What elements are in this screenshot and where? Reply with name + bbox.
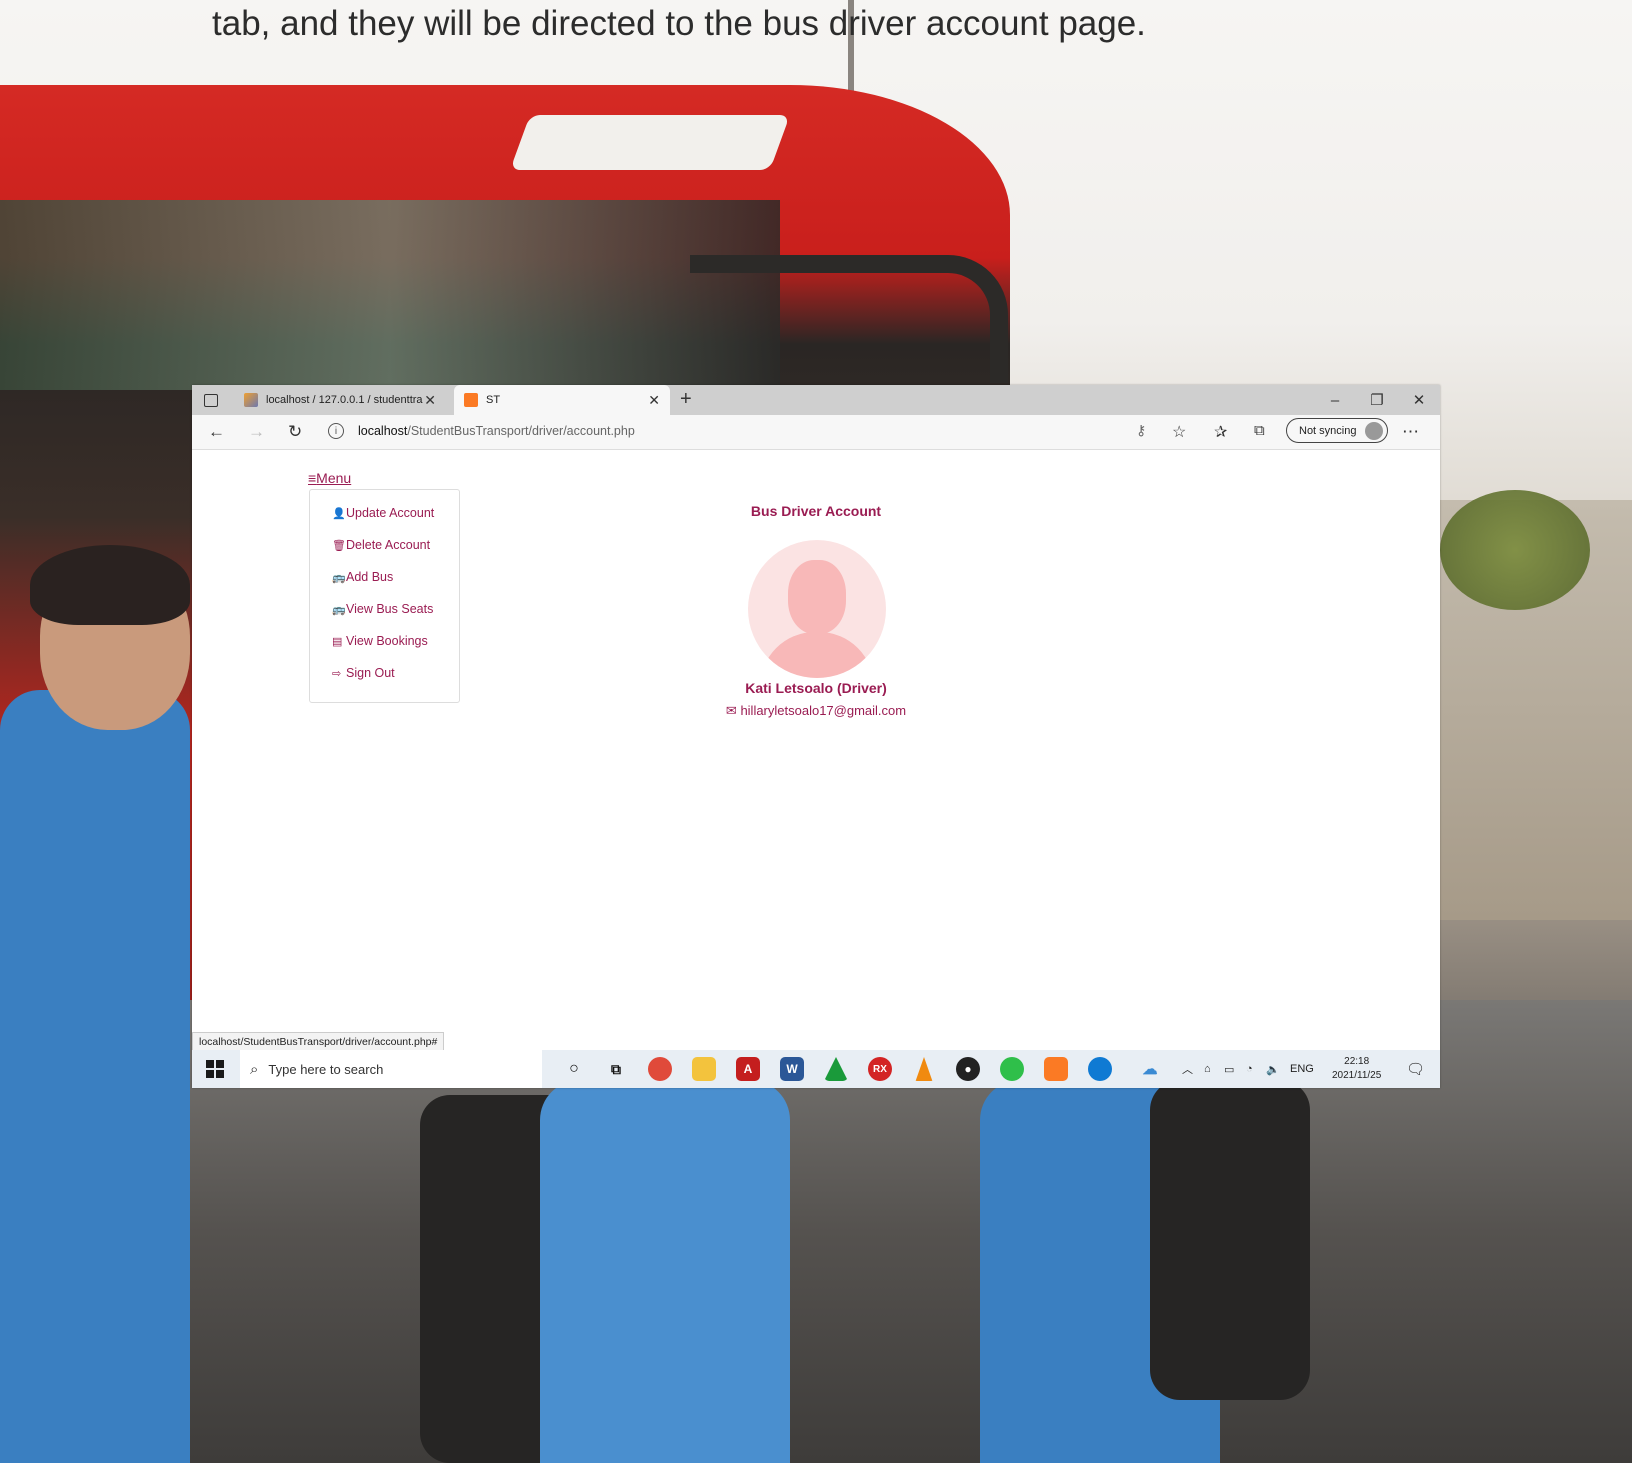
minimize-icon[interactable]: –	[1314, 385, 1356, 415]
table-icon: ▤	[332, 636, 343, 648]
close-window-icon[interactable]: ✕	[1398, 385, 1440, 415]
add-favorite-icon[interactable]: ☆	[1172, 422, 1186, 442]
avatar-head	[788, 560, 846, 634]
triangle-app-icon[interactable]	[824, 1057, 848, 1081]
menu-item-label: View Bookings	[346, 634, 428, 648]
menu-item-view-bookings[interactable]: ▤ View Bookings	[332, 634, 428, 648]
tab-actions-icon[interactable]	[204, 394, 218, 407]
menu-item-label: Sign Out	[346, 666, 395, 680]
volume-icon[interactable]: 🔈	[1266, 1050, 1280, 1088]
address-path: /StudentBusTransport/driver/account.php	[407, 424, 635, 438]
back-icon[interactable]: ←	[208, 422, 225, 442]
tab-label: ST	[486, 394, 501, 406]
envelope-icon: ✉	[725, 703, 737, 718]
menu-item-label: Add Bus	[346, 570, 394, 584]
tree	[1440, 490, 1590, 610]
menu-item-sign-out[interactable]: ⇨ Sign Out	[332, 666, 395, 680]
driver-email-row: ✉ hillaryletsoalo17@gmail.com	[192, 703, 1440, 719]
menu-item-delete-account[interactable]: 🗑Delete Account	[332, 538, 430, 552]
driver-email: hillaryletsoalo17@gmail.com	[740, 703, 907, 718]
phpmyadmin-icon	[244, 393, 258, 407]
windows-taskbar: ⌕ Type here to search ○ ⧉ A W RX ● ☁ ︿ ⌂…	[192, 1050, 1440, 1088]
windows-start-icon[interactable]	[206, 1060, 224, 1078]
key-icon[interactable]: ⚷	[1136, 422, 1146, 439]
forward-icon[interactable]: →	[248, 422, 265, 442]
whatsapp-icon[interactable]	[1000, 1057, 1024, 1081]
acrobat-icon[interactable]: A	[736, 1057, 760, 1081]
taskbar-search[interactable]: ⌕ Type here to search	[240, 1050, 542, 1088]
site-info-icon[interactable]: i	[328, 423, 344, 439]
address-bar[interactable]: i localhost/StudentBusTransport/driver/a…	[328, 418, 1248, 444]
bus-icon: 🚌	[332, 572, 346, 584]
menu-item-label: Delete Account	[346, 538, 431, 552]
chrome-icon[interactable]	[648, 1057, 672, 1081]
language-indicator[interactable]: ENG	[1290, 1050, 1314, 1088]
document-caption: tab, and they will be directed to the bu…	[212, 4, 1146, 43]
favorites-icon[interactable]: ✰	[1214, 422, 1227, 442]
browser-toolbar: ← → ↻ i localhost/StudentBusTransport/dr…	[192, 415, 1440, 450]
person-left	[0, 690, 190, 1463]
tab-phpmyadmin[interactable]: localhost / 127.0.0.1 / studenttra ✕	[234, 385, 446, 415]
trash-icon: 🗑	[332, 540, 346, 552]
refresh-icon[interactable]: ↻	[288, 422, 302, 442]
search-placeholder: Type here to search	[268, 1061, 384, 1077]
xampp-icon	[464, 393, 478, 407]
tab-strip: localhost / 127.0.0.1 / studenttra ✕ ST …	[192, 385, 1440, 415]
cortana-icon[interactable]: ○	[562, 1057, 586, 1081]
avatar	[748, 540, 886, 678]
new-tab-icon[interactable]: +	[680, 388, 692, 411]
clock-date: 2021/11/25	[1332, 1070, 1382, 1081]
bus-mirror	[690, 255, 1008, 383]
driver-name: Kati Letsoalo (Driver)	[745, 680, 887, 696]
taskbar-clock[interactable]: 22:18 2021/11/25	[1332, 1055, 1381, 1083]
wifi-icon[interactable]: ◔	[1246, 1050, 1253, 1088]
vlc-icon[interactable]	[915, 1057, 933, 1081]
close-tab-icon[interactable]: ✕	[424, 392, 436, 409]
profile-avatar	[1365, 421, 1383, 440]
word-icon[interactable]: W	[780, 1057, 804, 1081]
close-tab-icon[interactable]: ✕	[648, 392, 660, 409]
sync-label: Not syncing	[1299, 424, 1357, 437]
edge-icon[interactable]	[1088, 1057, 1112, 1081]
tab-st[interactable]: ST ✕	[454, 385, 670, 415]
search-icon: ⌕	[250, 1060, 259, 1078]
hamburger-icon: ≡	[308, 470, 317, 486]
meet-now-icon[interactable]: ⌂	[1204, 1050, 1211, 1088]
notifications-icon[interactable]: 🗨	[1406, 1050, 1425, 1088]
bus-icon: 🚌	[332, 604, 346, 616]
browser-window: localhost / 127.0.0.1 / studenttra ✕ ST …	[192, 385, 1440, 1088]
menu-dropdown: 👤Update Account 🗑Delete Account 🚌Add Bus…	[309, 489, 460, 703]
web-page: ≡Menu 👤Update Account 🗑Delete Account 🚌A…	[192, 450, 1440, 1040]
address-host: localhost	[358, 424, 408, 438]
show-hidden-icons[interactable]: ︿	[1182, 1050, 1193, 1088]
status-bar-url: localhost/StudentBusTransport/driver/acc…	[192, 1032, 445, 1052]
battery-icon[interactable]: ▭	[1224, 1050, 1234, 1088]
task-view-icon[interactable]: ⧉	[604, 1057, 628, 1081]
media-player-icon[interactable]: ●	[956, 1057, 980, 1081]
collections-icon[interactable]: ⧉	[1254, 422, 1265, 439]
menu-item-label: View Bus Seats	[346, 602, 434, 616]
menu-label: Menu	[316, 470, 352, 486]
clock-time: 22:18	[1344, 1056, 1370, 1067]
bus-stripe	[509, 115, 791, 170]
page-title: Bus Driver Account	[750, 503, 882, 519]
menu-toggle[interactable]: ≡Menu	[308, 470, 351, 486]
file-explorer-icon[interactable]	[692, 1057, 716, 1081]
weather-icon[interactable]: ☁	[1138, 1057, 1162, 1081]
sync-button[interactable]: Not syncing	[1286, 418, 1388, 443]
menu-item-add-bus[interactable]: 🚌Add Bus	[332, 570, 393, 584]
more-icon[interactable]: ⋯	[1402, 422, 1419, 442]
bus-window	[0, 200, 780, 390]
restore-icon[interactable]: ❐	[1356, 385, 1398, 415]
avatar-body	[760, 632, 874, 678]
backpack	[1150, 1080, 1310, 1400]
xampp-icon[interactable]	[1044, 1057, 1068, 1081]
tab-label: localhost / 127.0.0.1 / studenttra	[266, 394, 423, 406]
person-middle	[540, 1080, 790, 1463]
person-hair	[30, 545, 190, 625]
menu-item-view-bus-seats[interactable]: 🚌View Bus Seats	[332, 602, 433, 616]
sign-out-icon: ⇨	[332, 668, 342, 680]
rx-icon[interactable]: RX	[868, 1057, 892, 1081]
